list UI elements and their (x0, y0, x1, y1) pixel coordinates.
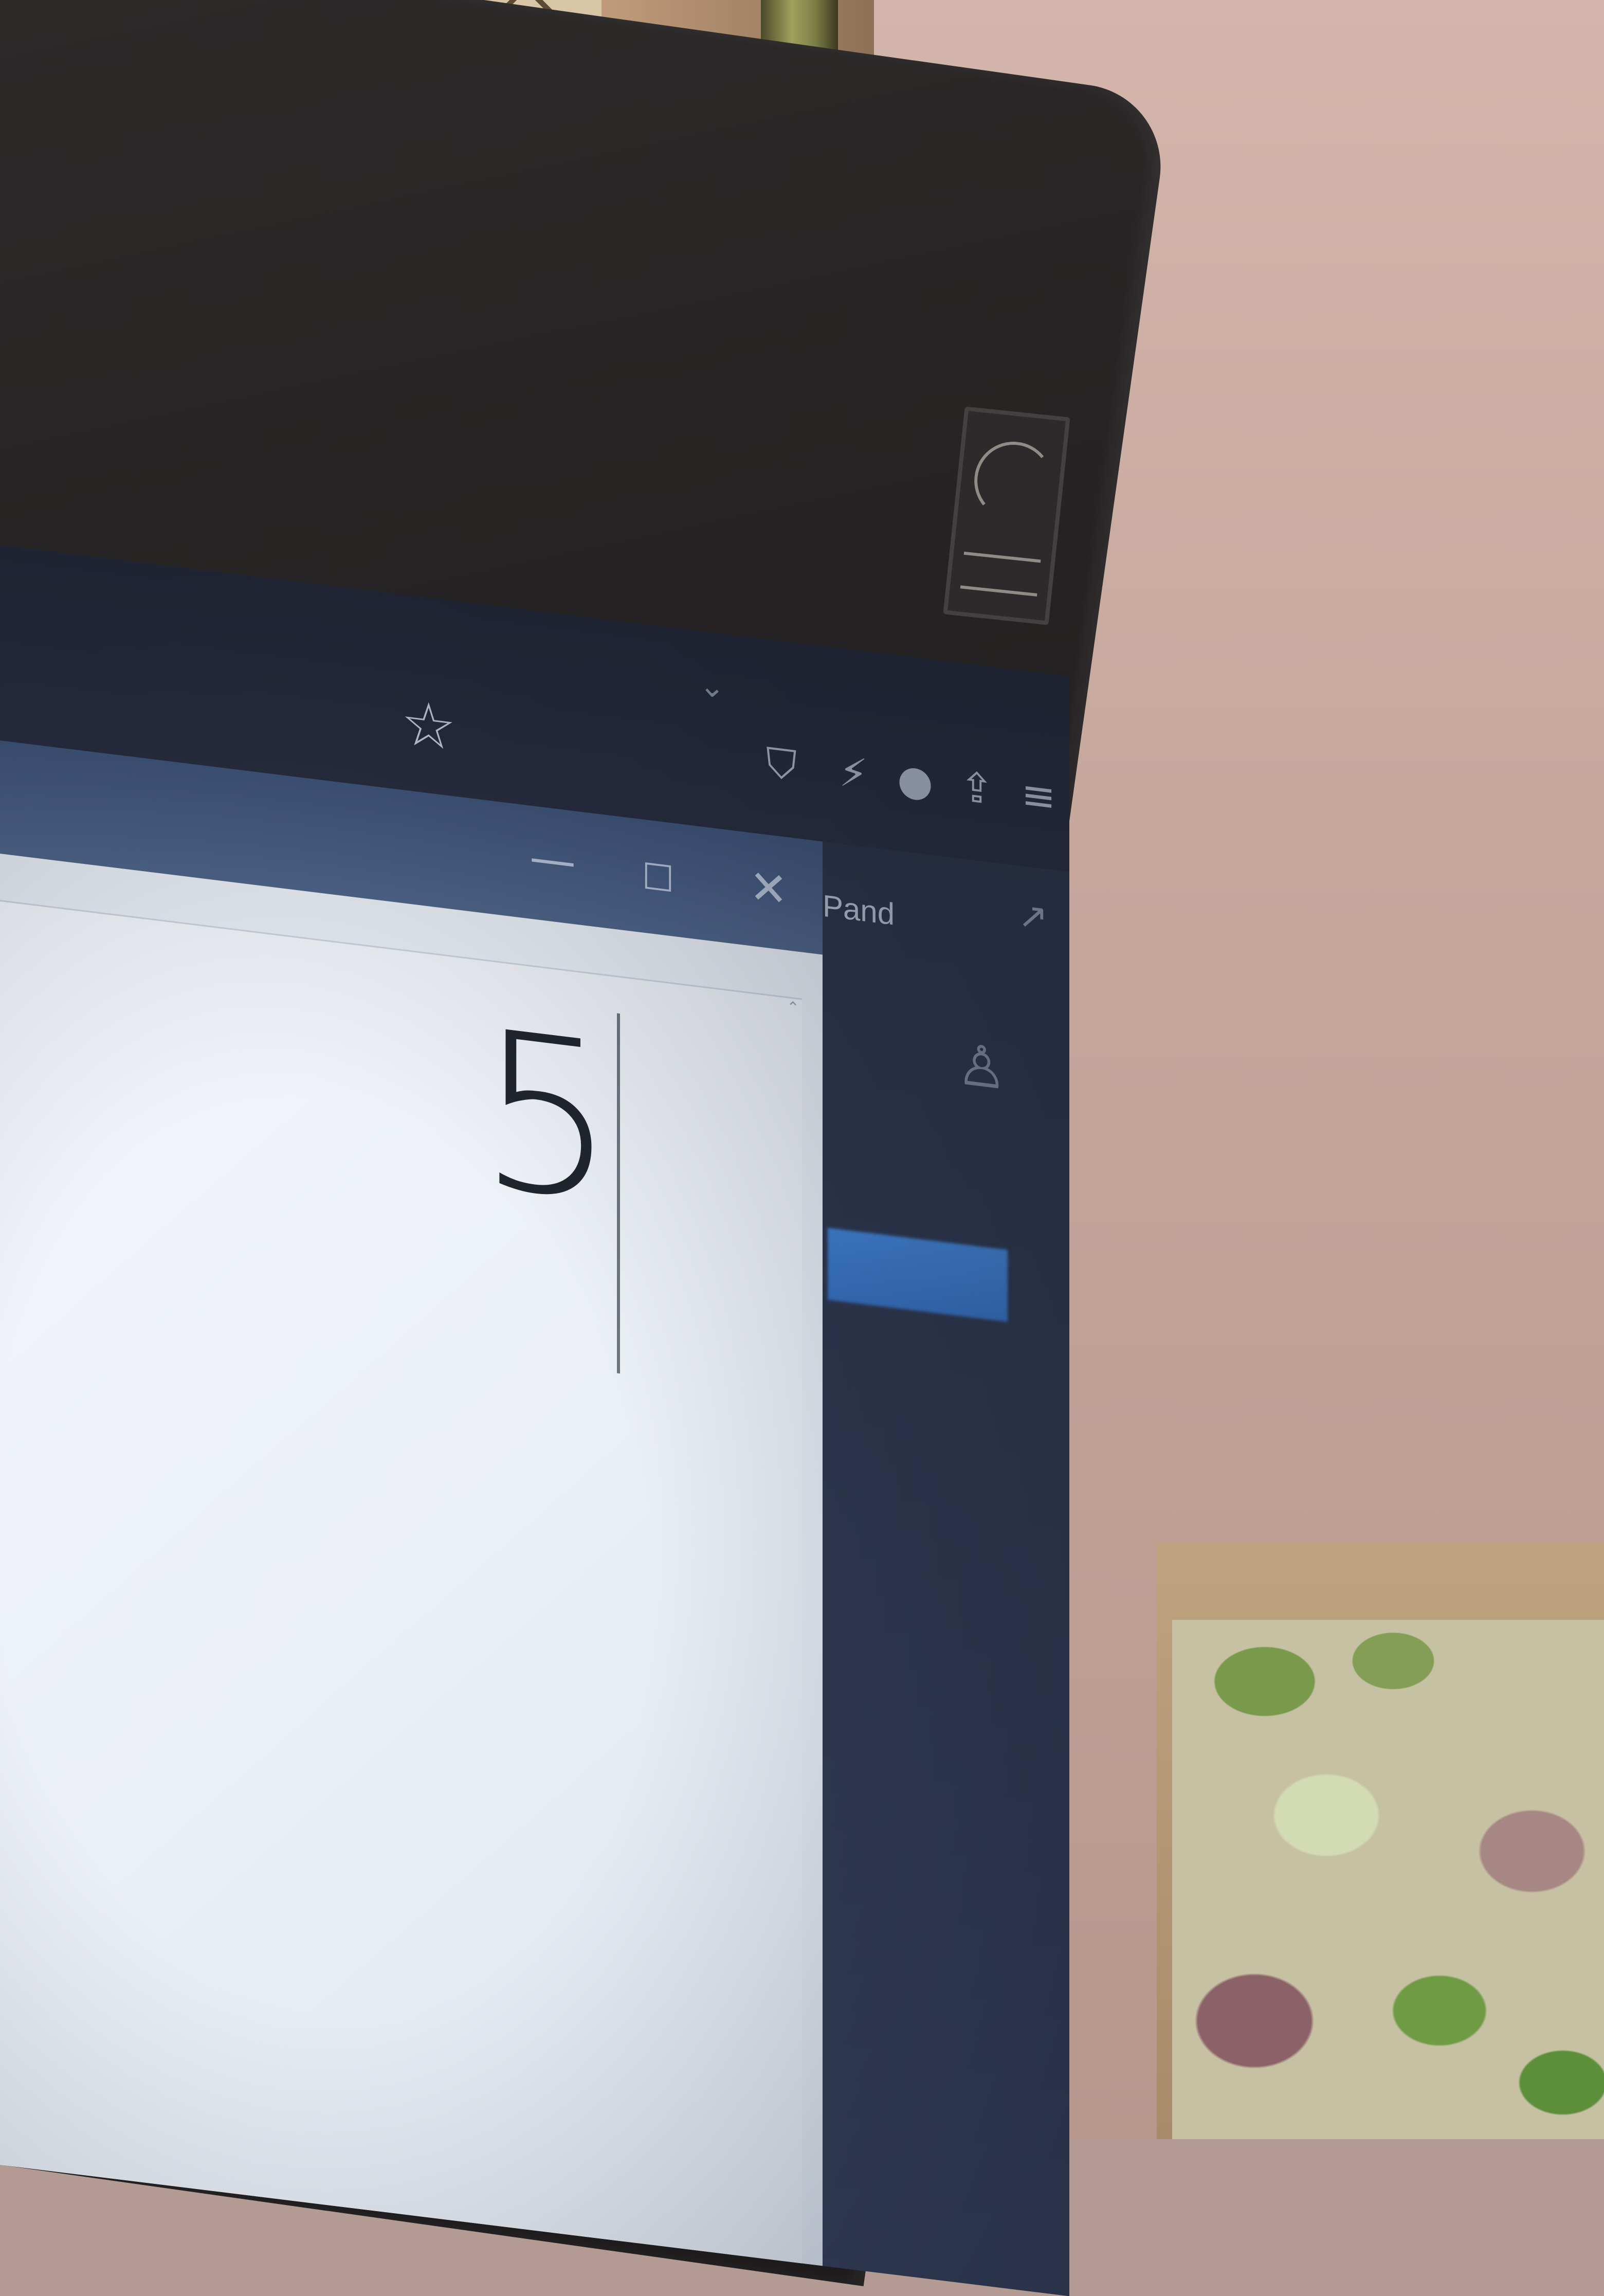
scroll-up-icon[interactable]: ⌃ (787, 998, 802, 1018)
gear-icon[interactable]: ● (895, 753, 936, 809)
laptop-screen: ⌄ ☆ ⛉ ⚡ ● ⇪ ≡ — ☐ ✕ Pand ↗ ♙ ⌃ 5 (0, 545, 1069, 2296)
shield-icon[interactable]: ⛉ (761, 736, 802, 793)
lightning-icon[interactable]: ⚡ (833, 745, 874, 802)
document-page[interactable]: ⌃ 5 (0, 900, 802, 2265)
minimize-button[interactable]: — (530, 829, 576, 889)
floral-tablecloth (1172, 1620, 1604, 2139)
share-icon[interactable]: ⇪ (956, 760, 997, 817)
panel-title: Pand (823, 888, 895, 932)
document-area: ⌃ 5 (0, 854, 823, 2266)
sticker-label-bar (960, 551, 1041, 597)
menu-icon[interactable]: ≡ (1018, 768, 1059, 824)
energy-star-sticker (943, 406, 1070, 625)
maximize-button[interactable]: ☐ (637, 855, 679, 901)
text-cursor (617, 1013, 620, 1374)
panel-action-button[interactable] (828, 1227, 1008, 1322)
side-panel: Pand ↗ ♙ (823, 841, 1069, 2296)
arrow-icon[interactable]: ↗ (1018, 893, 1054, 939)
close-button[interactable]: ✕ (745, 859, 792, 918)
energy-star-logo-icon (970, 438, 1056, 524)
chevron-down-icon[interactable]: ⌄ (699, 667, 735, 706)
laptop: ⌄ ☆ ⛉ ⚡ ● ⇪ ≡ — ☐ ✕ Pand ↗ ♙ ⌃ 5 (0, 0, 1182, 2296)
star-icon[interactable]: ☆ (401, 687, 463, 765)
user-icon: ♙ (956, 1031, 1007, 1103)
document-text: 5 (478, 983, 616, 1252)
